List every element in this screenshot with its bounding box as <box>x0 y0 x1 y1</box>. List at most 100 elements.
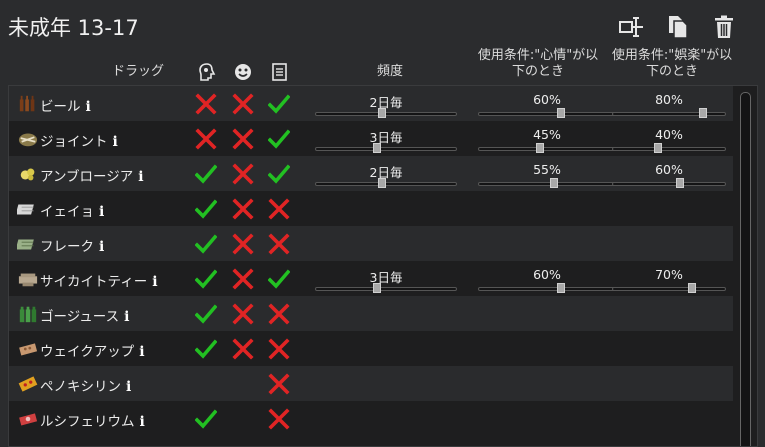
info-icon[interactable]: i <box>126 379 131 395</box>
addiction-toggle-check-icon[interactable] <box>194 198 218 220</box>
addiction-toggle-check-icon[interactable] <box>194 268 218 290</box>
frequency-slider-track[interactable] <box>315 287 457 291</box>
mood-threshold-slider-track[interactable] <box>478 287 616 291</box>
frequency-slider[interactable]: 2日毎 <box>315 162 457 188</box>
info-icon[interactable]: i <box>99 204 104 220</box>
drug-row: イェイョ i <box>9 191 733 226</box>
schedule-toggle-check-icon[interactable] <box>267 163 291 185</box>
addiction-toggle-cross-icon[interactable] <box>195 93 217 115</box>
mood-threshold-slider-value: 55% <box>533 162 561 177</box>
schedule-toggle-cross-icon[interactable] <box>268 198 290 220</box>
mood-threshold-slider[interactable]: 60% <box>478 267 616 293</box>
joy-toggle-cross-icon[interactable] <box>232 233 254 255</box>
mood-threshold-slider-track[interactable] <box>478 112 616 116</box>
luciferium-icon <box>17 409 39 429</box>
drug-name: ルシフェリウム i <box>40 410 145 430</box>
header-mood-line1: 使用条件:"心情"が以 <box>477 48 599 63</box>
schedule-toggle-check-icon[interactable] <box>267 128 291 150</box>
mood-threshold-slider[interactable]: 60% <box>478 92 616 118</box>
frequency-slider[interactable]: 3日毎 <box>315 127 457 153</box>
recreation-threshold-slider-value: 40% <box>655 127 683 142</box>
info-icon[interactable]: i <box>124 309 129 325</box>
mood-threshold-slider-handle[interactable] <box>549 178 558 188</box>
frequency-slider[interactable]: 2日毎 <box>315 92 457 118</box>
recreation-threshold-slider[interactable]: 60% <box>612 162 726 188</box>
joy-toggle-cross-icon[interactable] <box>232 198 254 220</box>
recreation-threshold-slider-value: 80% <box>655 92 683 107</box>
addiction-toggle-check-icon[interactable] <box>194 163 218 185</box>
addiction-toggle[interactable] <box>195 373 217 395</box>
frequency-slider-handle[interactable] <box>373 283 382 293</box>
drug-name: フレーク i <box>40 235 104 255</box>
mood-threshold-slider-handle[interactable] <box>556 283 565 293</box>
addiction-toggle-check-icon[interactable] <box>194 303 218 325</box>
recreation-threshold-slider-track[interactable] <box>612 182 726 186</box>
schedule-toggle-cross-icon[interactable] <box>268 303 290 325</box>
info-icon[interactable]: i <box>86 99 91 115</box>
frequency-slider-track[interactable] <box>315 182 457 186</box>
joy-toggle-cross-icon[interactable] <box>232 338 254 360</box>
schedule-toggle-check-icon[interactable] <box>267 268 291 290</box>
joy-toggle[interactable] <box>232 373 254 395</box>
joy-toggle-cross-icon[interactable] <box>232 268 254 290</box>
addiction-toggle-cross-icon[interactable] <box>195 128 217 150</box>
info-icon[interactable]: i <box>113 134 118 150</box>
smiley-icon <box>234 63 252 86</box>
info-icon[interactable]: i <box>140 414 145 430</box>
recreation-threshold-slider-handle[interactable] <box>699 108 708 118</box>
addiction-toggle-check-icon[interactable] <box>194 338 218 360</box>
schedule-toggle-cross-icon[interactable] <box>268 373 290 395</box>
rename-icon[interactable] <box>619 14 645 40</box>
recreation-threshold-slider-handle[interactable] <box>676 178 685 188</box>
recreation-threshold-slider-handle[interactable] <box>653 143 662 153</box>
drug-name-text: アンブロージア <box>40 169 134 185</box>
frequency-slider[interactable]: 3日毎 <box>315 267 457 293</box>
header-mood-line2: 下のとき <box>511 64 564 79</box>
drug-name: ペノキシリン i <box>40 375 131 395</box>
info-icon[interactable]: i <box>99 239 104 255</box>
frequency-slider-handle[interactable] <box>377 178 386 188</box>
mood-threshold-slider-track[interactable] <box>478 147 616 151</box>
schedule-toggle-cross-icon[interactable] <box>268 233 290 255</box>
policy-title[interactable]: 未成年 13-17 <box>8 12 139 42</box>
recreation-threshold-slider-track[interactable] <box>612 287 726 291</box>
addiction-toggle-check-icon[interactable] <box>194 233 218 255</box>
recreation-threshold-slider[interactable]: 80% <box>612 92 726 118</box>
schedule-toggle-cross-icon[interactable] <box>268 338 290 360</box>
toolbar <box>619 14 737 40</box>
frequency-slider-handle[interactable] <box>377 108 386 118</box>
header-recreation-line1: 使用条件:"娯楽"が以 <box>611 48 733 63</box>
mood-threshold-slider[interactable]: 55% <box>478 162 616 188</box>
joy-toggle[interactable] <box>232 408 254 430</box>
info-icon[interactable]: i <box>139 344 144 360</box>
mood-threshold-slider[interactable]: 45% <box>478 127 616 153</box>
drug-row: フレーク i <box>9 226 733 261</box>
mood-threshold-slider-track[interactable] <box>478 182 616 186</box>
drug-policy-table: ビール i 2日毎 60% 80% ジョイント i 3日毎 45% 40% アンブロージア i 2日毎 5… <box>8 85 758 447</box>
recreation-threshold-slider-handle[interactable] <box>687 283 696 293</box>
copy-icon[interactable] <box>665 14 691 40</box>
delete-icon[interactable] <box>711 14 737 40</box>
frequency-slider-track[interactable] <box>315 112 457 116</box>
joy-toggle-cross-icon[interactable] <box>232 163 254 185</box>
recreation-threshold-slider[interactable]: 40% <box>612 127 726 153</box>
frequency-slider-value: 2日毎 <box>369 165 403 180</box>
addiction-toggle-check-icon[interactable] <box>194 408 218 430</box>
joy-toggle-cross-icon[interactable] <box>232 128 254 150</box>
mood-threshold-slider-handle[interactable] <box>556 108 565 118</box>
drug-row: ビール i 2日毎 60% 80% <box>9 86 733 121</box>
frequency-slider-handle[interactable] <box>373 143 382 153</box>
joy-toggle-cross-icon[interactable] <box>232 93 254 115</box>
info-icon[interactable]: i <box>138 169 143 185</box>
info-icon[interactable]: i <box>152 274 157 290</box>
mood-threshold-slider-handle[interactable] <box>536 143 545 153</box>
joy-toggle-cross-icon[interactable] <box>232 303 254 325</box>
schedule-toggle-cross-icon[interactable] <box>268 408 290 430</box>
frequency-slider-track[interactable] <box>315 147 457 151</box>
schedule-toggle-check-icon[interactable] <box>267 93 291 115</box>
recreation-threshold-slider[interactable]: 70% <box>612 267 726 293</box>
recreation-threshold-slider-track[interactable] <box>612 147 726 151</box>
recreation-threshold-slider-track[interactable] <box>612 112 726 116</box>
scrollbar[interactable] <box>740 92 751 446</box>
mood-threshold-slider-value: 60% <box>533 92 561 107</box>
